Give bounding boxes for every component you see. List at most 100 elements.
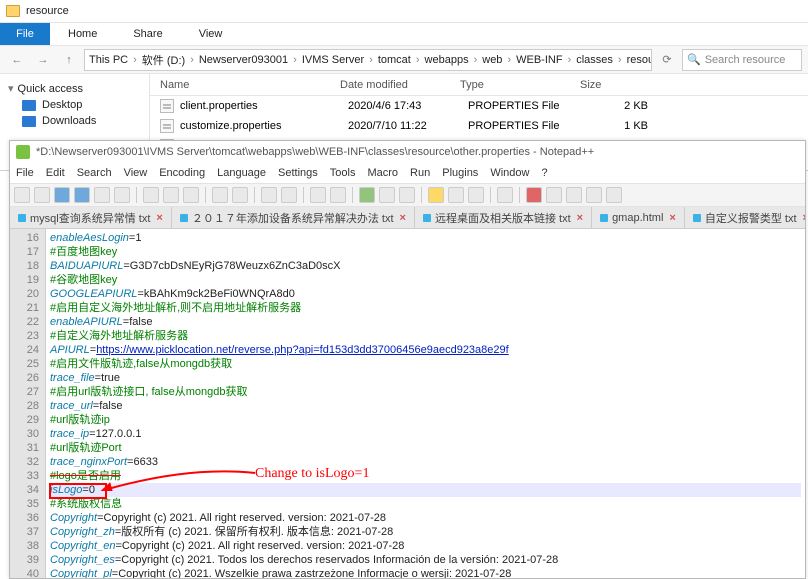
toolbar-close-button[interactable]: [94, 187, 110, 203]
toolbar-indent-button[interactable]: [399, 187, 415, 203]
toolbar-save-button[interactable]: [54, 187, 70, 203]
code-line[interactable]: #谷歌地图key: [50, 273, 801, 287]
toolbar-savemacro-button[interactable]: [606, 187, 622, 203]
code-line[interactable]: #百度地图key: [50, 245, 801, 259]
col-header-date[interactable]: Date modified: [340, 74, 460, 95]
code-line[interactable]: trace_url=false: [50, 399, 801, 413]
document-tab[interactable]: 远程桌面及相关版本链接 txt×: [415, 207, 592, 228]
code-line[interactable]: APIURL=https://www.picklocation.net/reve…: [50, 343, 801, 357]
sidebar-item-downloads[interactable]: Downloads: [4, 113, 145, 129]
document-tab[interactable]: 自定义报警类型 txt×: [685, 207, 805, 228]
breadcrumb-item[interactable]: Newserver093001: [199, 54, 288, 66]
toolbar-stop-button[interactable]: [546, 187, 562, 203]
file-row[interactable]: client.properties2020/4/6 17:43PROPERTIE…: [150, 96, 808, 116]
code-line[interactable]: enableAesLogin=1: [50, 231, 801, 245]
tab-close-icon[interactable]: ×: [400, 212, 406, 224]
npp-editor[interactable]: 1617181920212223242526272829303132333435…: [10, 229, 805, 578]
toolbar-folder-button[interactable]: [428, 187, 444, 203]
menu-item[interactable]: Window: [490, 167, 529, 179]
menu-item[interactable]: Settings: [278, 167, 318, 179]
nav-up-button[interactable]: ↑: [58, 49, 80, 71]
document-tab[interactable]: mysql查询系统异常情 txt×: [10, 207, 172, 228]
breadcrumb-item[interactable]: IVMS Server: [302, 54, 364, 66]
menu-item[interactable]: Search: [77, 167, 112, 179]
ribbon-tab-share[interactable]: Share: [115, 23, 180, 45]
code-line[interactable]: trace_nginxPort=6633: [50, 455, 801, 469]
toolbar-redo-button[interactable]: [232, 187, 248, 203]
quick-access-header[interactable]: ▾ Quick access: [4, 80, 145, 97]
code-line[interactable]: Copyright_en=Copyright (c) 2021. All rig…: [50, 539, 801, 553]
toolbar-print-button[interactable]: [114, 187, 130, 203]
menu-item[interactable]: Edit: [46, 167, 65, 179]
breadcrumb-item[interactable]: webapps: [425, 54, 469, 66]
nav-forward-button[interactable]: →: [32, 49, 54, 71]
document-tab[interactable]: gmap.html×: [592, 207, 685, 228]
menu-item[interactable]: Macro: [367, 167, 398, 179]
toolbar-open-button[interactable]: [34, 187, 50, 203]
sidebar-item-desktop[interactable]: Desktop: [4, 97, 145, 113]
menu-item[interactable]: View: [124, 167, 148, 179]
menu-item[interactable]: Plugins: [442, 167, 478, 179]
code-line[interactable]: trace_file=true: [50, 371, 801, 385]
search-input[interactable]: 🔍 Search resource: [682, 49, 802, 71]
toolbar-saveall-button[interactable]: [74, 187, 90, 203]
code-line[interactable]: #系统版权信息: [50, 497, 801, 511]
toolbar-monitor-button[interactable]: [497, 187, 513, 203]
code-line[interactable]: #url版轨迹ip: [50, 413, 801, 427]
col-header-type[interactable]: Type: [460, 74, 580, 95]
breadcrumb-item[interactable]: tomcat: [378, 54, 411, 66]
ribbon-tab-home[interactable]: Home: [50, 23, 115, 45]
code-line[interactable]: trace_ip=127.0.0.1: [50, 427, 801, 441]
ribbon-tab-file[interactable]: File: [0, 23, 50, 45]
code-line[interactable]: isLogo=0: [50, 483, 801, 497]
toolbar-cut-button[interactable]: [143, 187, 159, 203]
menu-item[interactable]: Language: [217, 167, 266, 179]
toolbar-docmap-button[interactable]: [468, 187, 484, 203]
menu-item[interactable]: Run: [410, 167, 430, 179]
refresh-button[interactable]: ⟳: [656, 49, 678, 71]
toolbar-copy-button[interactable]: [163, 187, 179, 203]
code-line[interactable]: GOOGLEAPIURL=kBAhKm9ck2BeFi0WNQrA8d0: [50, 287, 801, 301]
breadcrumb-item[interactable]: 软件 (D:): [142, 52, 185, 68]
tab-close-icon[interactable]: ×: [577, 212, 583, 224]
breadcrumb-item[interactable]: web: [482, 54, 502, 66]
code-line[interactable]: enableAPIURL=false: [50, 315, 801, 329]
breadcrumb-item[interactable]: resource: [627, 54, 652, 66]
code-line[interactable]: #url版轨迹Port: [50, 441, 801, 455]
code-line[interactable]: Copyright_es=Copyright (c) 2021. Todos l…: [50, 553, 801, 567]
breadcrumb-item[interactable]: classes: [576, 54, 613, 66]
toolbar-paste-button[interactable]: [183, 187, 199, 203]
ribbon-tab-view[interactable]: View: [181, 23, 241, 45]
col-header-name[interactable]: Name: [150, 74, 340, 95]
code-line[interactable]: #logo是否启用: [50, 469, 801, 483]
toolbar-undo-button[interactable]: [212, 187, 228, 203]
toolbar-find-button[interactable]: [261, 187, 277, 203]
toolbar-playmulti-button[interactable]: [586, 187, 602, 203]
code-line[interactable]: #自定义海外地址解析服务器: [50, 329, 801, 343]
code-line[interactable]: #启用文件版轨迹,false从mongdb获取: [50, 357, 801, 371]
code-line[interactable]: Copyright_pl=Copyright (c) 2021. Wszelki…: [50, 567, 801, 578]
toolbar-zoomout-button[interactable]: [330, 187, 346, 203]
code-line[interactable]: Copyright=Copyright (c) 2021. All right …: [50, 511, 801, 525]
code-line[interactable]: BAIDUAPIURL=G3D7cbDsNEyRjG78Weuzx6ZnC3aD…: [50, 259, 801, 273]
menu-item[interactable]: ?: [541, 167, 547, 179]
menu-item[interactable]: Encoding: [159, 167, 205, 179]
menu-item[interactable]: Tools: [330, 167, 356, 179]
document-tab[interactable]: ２０１７年添加设备系统异常解决办法 txt×: [172, 207, 415, 228]
tab-close-icon[interactable]: ×: [803, 212, 805, 224]
menu-item[interactable]: File: [16, 167, 34, 179]
toolbar-record-button[interactable]: [526, 187, 542, 203]
code-line[interactable]: #启用url版轨迹接口, false从mongdb获取: [50, 385, 801, 399]
toolbar-showall-button[interactable]: [379, 187, 395, 203]
toolbar-funclist-button[interactable]: [448, 187, 464, 203]
tab-close-icon[interactable]: ×: [156, 212, 162, 224]
code-content[interactable]: enableAesLogin=1#百度地图keyBAIDUAPIURL=G3D7…: [46, 229, 805, 578]
toolbar-new-button[interactable]: [14, 187, 30, 203]
code-line[interactable]: Copyright_zh=版权所有 (c) 2021. 保留所有权利. 版本信息…: [50, 525, 801, 539]
toolbar-wordwrap-button[interactable]: [359, 187, 375, 203]
breadcrumb-bar[interactable]: This PC 软件 (D:) Newserver093001 IVMS Server…: [84, 49, 652, 71]
toolbar-play-button[interactable]: [566, 187, 582, 203]
toolbar-replace-button[interactable]: [281, 187, 297, 203]
file-row[interactable]: customize.properties2020/7/10 11:22PROPE…: [150, 116, 808, 136]
breadcrumb-item[interactable]: This PC: [89, 54, 128, 66]
